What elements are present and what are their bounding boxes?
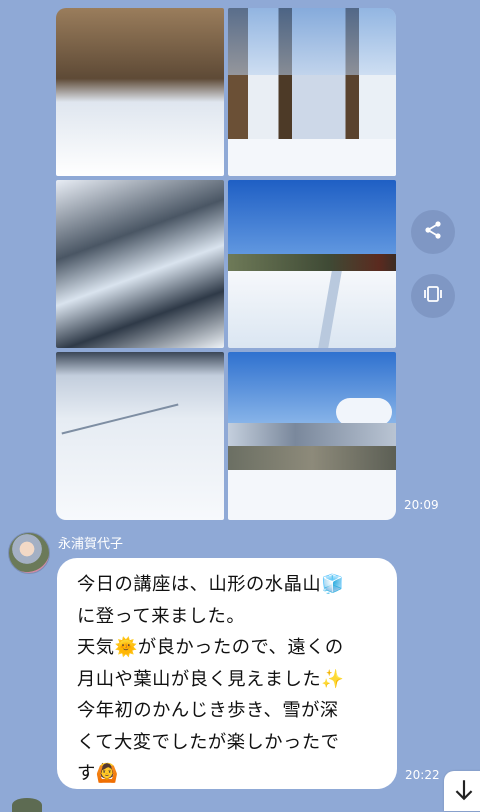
sender-avatar[interactable] [8, 532, 50, 574]
next-sender-avatar[interactable] [12, 798, 42, 812]
text-message-time: 20:22 [405, 768, 440, 782]
message-line: くて大変でしたが楽しかったで [77, 731, 340, 753]
arrow-down-icon [451, 771, 477, 807]
share-button[interactable] [411, 210, 455, 254]
photo-message-time: 20:09 [404, 498, 439, 512]
share-icon [421, 218, 445, 246]
message-bubble[interactable]: 今日の講座は、山形の水晶山🧊 に登って来ました。 天気🌞が良かったので、遠くの … [57, 558, 397, 789]
photo-thumbnail[interactable] [56, 8, 224, 176]
scroll-to-bottom-button[interactable] [444, 771, 480, 811]
message-line: 今日の講座は、山形の水晶山🧊 [77, 574, 345, 595]
photo-thumbnail[interactable] [228, 180, 396, 348]
message-line: に登って来ました。 [77, 605, 246, 627]
keep-button[interactable] [411, 274, 455, 318]
keep-icon [421, 282, 445, 310]
message-line: 月山や葉山が良く見えました✨ [77, 668, 345, 690]
photo-grid[interactable] [56, 8, 396, 520]
message-line: す🙆 [77, 763, 120, 784]
message-line: 今年初のかんじき歩き、雪が深 [77, 700, 339, 721]
photo-thumbnail[interactable] [56, 180, 224, 348]
photo-thumbnail[interactable] [228, 352, 396, 520]
photo-thumbnail[interactable] [228, 8, 396, 176]
message-line: 天気🌞が良かったので、遠くの [77, 637, 344, 658]
photo-thumbnail[interactable] [56, 352, 224, 520]
sender-name: 永浦賀代子 [58, 537, 124, 552]
